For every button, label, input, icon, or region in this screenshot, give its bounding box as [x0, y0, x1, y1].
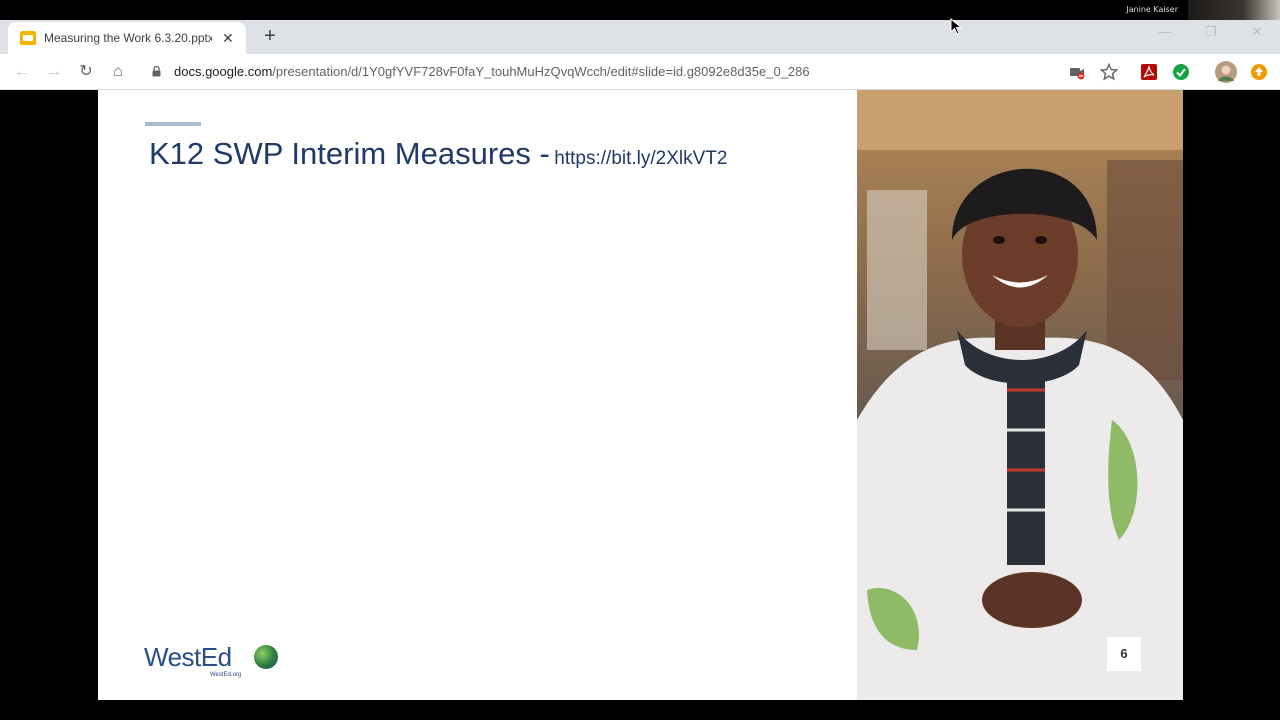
student-photo: 6	[857, 90, 1183, 700]
grammarly-check-icon[interactable]	[1172, 63, 1190, 81]
browser-tab-bar: Measuring the Work 6.3.20.pptx ✕ + — ❐ ✕	[0, 20, 1280, 54]
meeting-top-strip: Janine Kaiser	[0, 0, 1280, 20]
slide-title-link[interactable]: https://bit.ly/2XlkVT2	[554, 148, 727, 169]
bookmark-star-icon[interactable]	[1100, 63, 1118, 81]
lock-icon[interactable]	[152, 66, 161, 77]
acrobat-extension-icon[interactable]	[1140, 63, 1158, 81]
reload-icon[interactable]: ↻	[76, 62, 96, 82]
participant-name: Janine Kaiser	[1126, 5, 1178, 14]
student-illustration	[857, 90, 1183, 700]
title-accent-rule	[145, 122, 201, 126]
browser-tab[interactable]: Measuring the Work 6.3.20.pptx ✕	[8, 22, 246, 54]
new-tab-button[interactable]: +	[258, 24, 282, 48]
slide-page-number: 6	[1107, 637, 1141, 671]
close-tab-icon[interactable]: ✕	[222, 30, 234, 47]
slide-title-text: K12 SWP Interim Measures -	[149, 136, 550, 171]
globe-icon	[254, 645, 278, 669]
logo-wordmark: WestEd	[144, 642, 232, 672]
close-window-icon[interactable]: ✕	[1242, 24, 1272, 40]
address-bar[interactable]: docs.google.com/presentation/d/1Y0gfYVF7…	[174, 64, 810, 79]
restore-icon[interactable]: ❐	[1196, 24, 1226, 40]
presentation-slide: K12 SWP Interim Measures - https://bit.l…	[98, 90, 857, 700]
mouse-cursor-icon	[950, 18, 962, 35]
wested-logo: WestEd WestEd.org	[144, 642, 278, 678]
tab-title: Measuring the Work 6.3.20.pptx	[44, 31, 212, 45]
profile-avatar[interactable]	[1215, 61, 1237, 83]
browser-toolbar: ← → ↻ ⌂ docs.google.com/presentation/d/1…	[0, 54, 1280, 90]
back-arrow-icon[interactable]: ←	[12, 62, 32, 82]
minimize-icon[interactable]: —	[1150, 24, 1180, 39]
slide-title: K12 SWP Interim Measures - https://bit.l…	[149, 136, 727, 172]
update-extension-icon[interactable]	[1250, 63, 1268, 81]
home-icon[interactable]: ⌂	[108, 62, 128, 82]
url-path: /presentation/d/1Y0gfYVF728vF0faY_touhMu…	[272, 64, 810, 79]
logo-subtext: WestEd.org	[210, 672, 242, 678]
url-host: docs.google.com	[174, 64, 273, 79]
slides-favicon-icon	[20, 31, 36, 45]
camera-blocked-icon[interactable]	[1068, 63, 1086, 81]
participant-video-thumbnail[interactable]	[1188, 0, 1280, 20]
forward-arrow-icon[interactable]: →	[44, 62, 64, 82]
